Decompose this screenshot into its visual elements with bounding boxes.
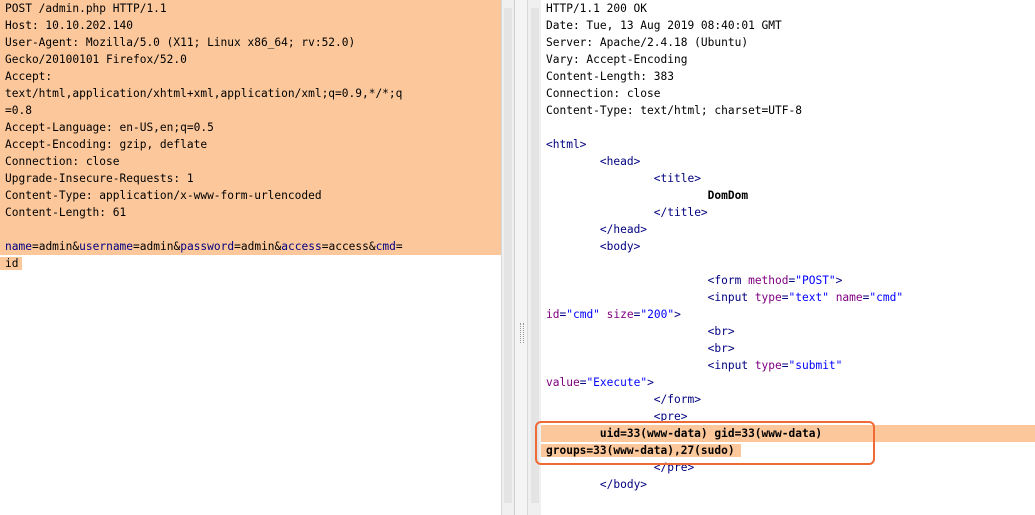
param-name: name — [5, 240, 32, 253]
input-submit-tag-cont: value="Execute"> — [546, 376, 654, 389]
response-header: Content-Type: text/html; charset=UTF-8 — [546, 104, 802, 117]
param-name: cmd — [375, 240, 396, 253]
title-open-tag: <title> — [653, 172, 701, 185]
request-header: Upgrade-Insecure-Requests: 1 — [0, 170, 501, 187]
param-value: access — [328, 240, 369, 253]
request-header: Connection: close — [0, 153, 501, 170]
param-value: admin — [240, 240, 275, 253]
request-header: Accept-Encoding: gzip, deflate — [0, 136, 501, 153]
request-header: Content-Length: 61 — [0, 204, 501, 221]
input-cmd-tag: <input type="text" name="cmd" — [707, 291, 904, 304]
pre-open-tag: <pre> — [653, 410, 688, 423]
request-header: Host: 10.10.202.140 — [0, 17, 501, 34]
request-header: =0.8 — [0, 102, 501, 119]
pane-splitter[interactable] — [514, 0, 528, 515]
request-blank-line — [0, 221, 501, 238]
response-header: Server: Apache/2.4.18 (Ubuntu) — [546, 36, 749, 49]
param-name: access — [281, 240, 322, 253]
input-cmd-tag-cont: id="cmd" size="200"> — [546, 308, 681, 321]
scrollbar-thumb[interactable] — [504, 8, 512, 503]
response-pane[interactable]: HTTP/1.1 200 OK Date: Tue, 13 Aug 2019 0… — [541, 0, 1035, 515]
param-name: password — [180, 240, 235, 253]
page-title-text: DomDom — [707, 189, 749, 202]
request-header: Content-Type: application/x-www-form-url… — [0, 187, 501, 204]
request-header: text/html,application/xhtml+xml,applicat… — [0, 85, 501, 102]
head-open-tag: <head> — [599, 155, 641, 168]
title-close-tag: </title> — [653, 206, 708, 219]
request-pane[interactable]: POST /admin.php HTTP/1.1 Host: 10.10.202… — [0, 0, 501, 515]
request-header: Accept: — [0, 68, 501, 85]
form-open-tag: <form method="POST"> — [707, 274, 843, 287]
form-close-tag: </form> — [653, 393, 701, 406]
request-header: Accept-Language: en-US,en;q=0.5 — [0, 119, 501, 136]
command-output-line: groups=33(www-data),27(sudo) — [541, 442, 1035, 459]
pre-close-tag: </pre> — [653, 461, 695, 474]
response-header: Date: Tue, 13 Aug 2019 08:40:01 GMT — [546, 19, 782, 32]
param-name: username — [79, 240, 134, 253]
request-body-cont: id — [0, 255, 496, 272]
request-header: Gecko/20100101 Firefox/52.0 — [0, 51, 501, 68]
command-output-line: uid=33(www-data) gid=33(www-data) — [541, 425, 1035, 442]
br-tag: <br> — [707, 325, 735, 338]
body-close-tag: </body> — [599, 478, 648, 491]
request-scrollbar[interactable] — [501, 0, 514, 515]
request-line: POST /admin.php HTTP/1.1 — [0, 0, 501, 17]
html-open-tag: <html> — [546, 138, 587, 151]
response-header: Connection: close — [546, 87, 661, 100]
scrollbar-thumb[interactable] — [531, 8, 539, 503]
response-left-gutter[interactable] — [527, 0, 542, 515]
request-header: User-Agent: Mozilla/5.0 (X11; Linux x86_… — [0, 34, 501, 51]
input-submit-tag: <input type="submit" — [707, 359, 843, 372]
response-header: Content-Length: 383 — [546, 70, 674, 83]
body-open-tag: <body> — [599, 240, 641, 253]
param-value: admin — [38, 240, 73, 253]
param-value: id — [0, 257, 23, 270]
splitter-grip-icon[interactable] — [520, 323, 524, 343]
head-close-tag: </head> — [599, 223, 648, 236]
response-header: Vary: Accept-Encoding — [546, 53, 688, 66]
param-value: admin — [139, 240, 174, 253]
request-body: name=admin&username=admin&password=admin… — [0, 238, 501, 255]
br-tag: <br> — [707, 342, 735, 355]
status-line: HTTP/1.1 200 OK — [546, 2, 648, 15]
